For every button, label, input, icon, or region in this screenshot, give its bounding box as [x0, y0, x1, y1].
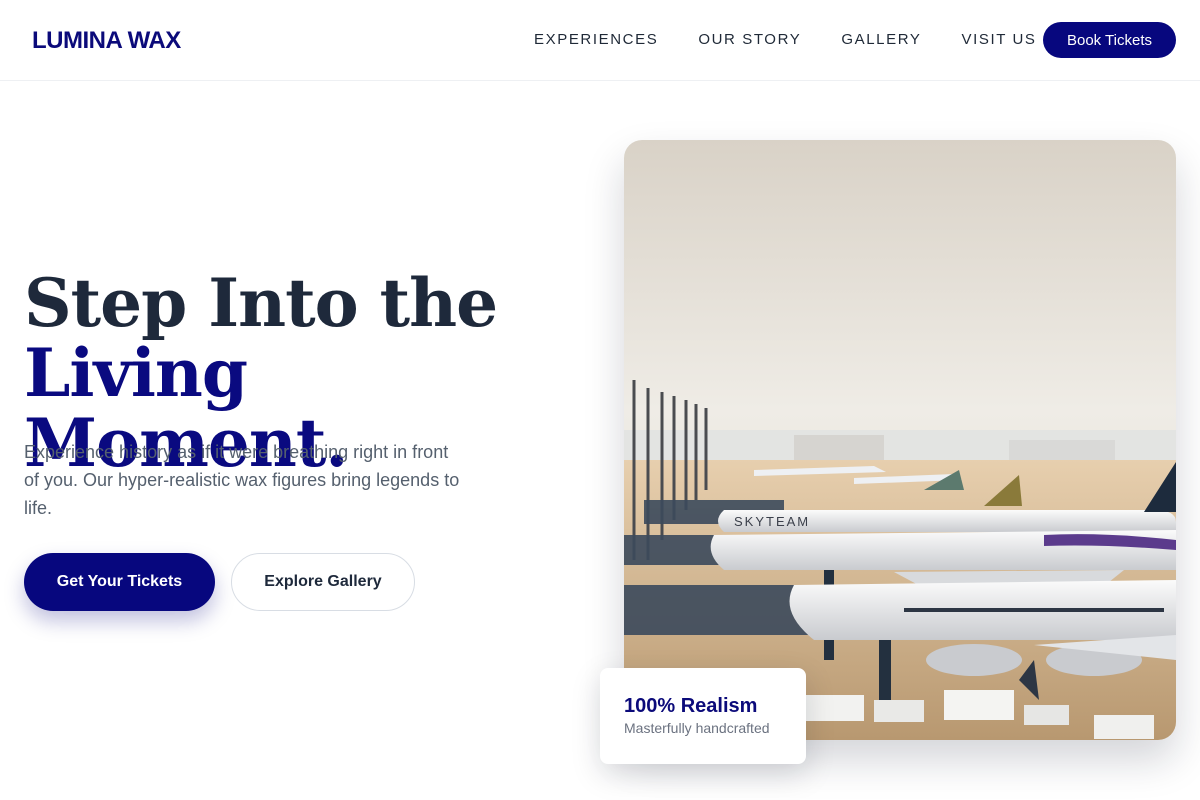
stat-subtitle: Masterfully handcrafted	[624, 720, 770, 736]
hero-subtitle: Experience history as if it were breathi…	[24, 442, 460, 518]
airport-photo: SKYTEAM	[624, 140, 1176, 740]
book-tickets-button[interactable]: Book Tickets	[1043, 22, 1176, 58]
skyteam-label: SKYTEAM	[734, 514, 810, 529]
nav-item-gallery[interactable]: GALLERY	[841, 31, 921, 48]
realism-stat-card: 100% Realism Masterfully handcrafted	[600, 668, 806, 764]
nav-item-our-story[interactable]: OUR STORY	[698, 31, 801, 48]
explore-gallery-button[interactable]: Explore Gallery	[231, 553, 415, 611]
site-header: LUMINA WAX EXPERIENCES OUR STORY GALLERY…	[0, 0, 1200, 81]
get-tickets-button[interactable]: Get Your Tickets	[24, 553, 215, 611]
main-nav: EXPERIENCES OUR STORY GALLERY VISIT US	[534, 31, 1037, 48]
hero-title-line1: Step Into the	[24, 264, 498, 342]
nav-item-experiences[interactable]: EXPERIENCES	[534, 31, 658, 48]
brand-logo[interactable]: LUMINA WAX	[32, 27, 181, 55]
stat-title: 100% Realism	[624, 695, 758, 717]
nav-item-visit-us[interactable]: VISIT US	[961, 31, 1036, 48]
hero-image: SKYTEAM	[624, 140, 1176, 740]
